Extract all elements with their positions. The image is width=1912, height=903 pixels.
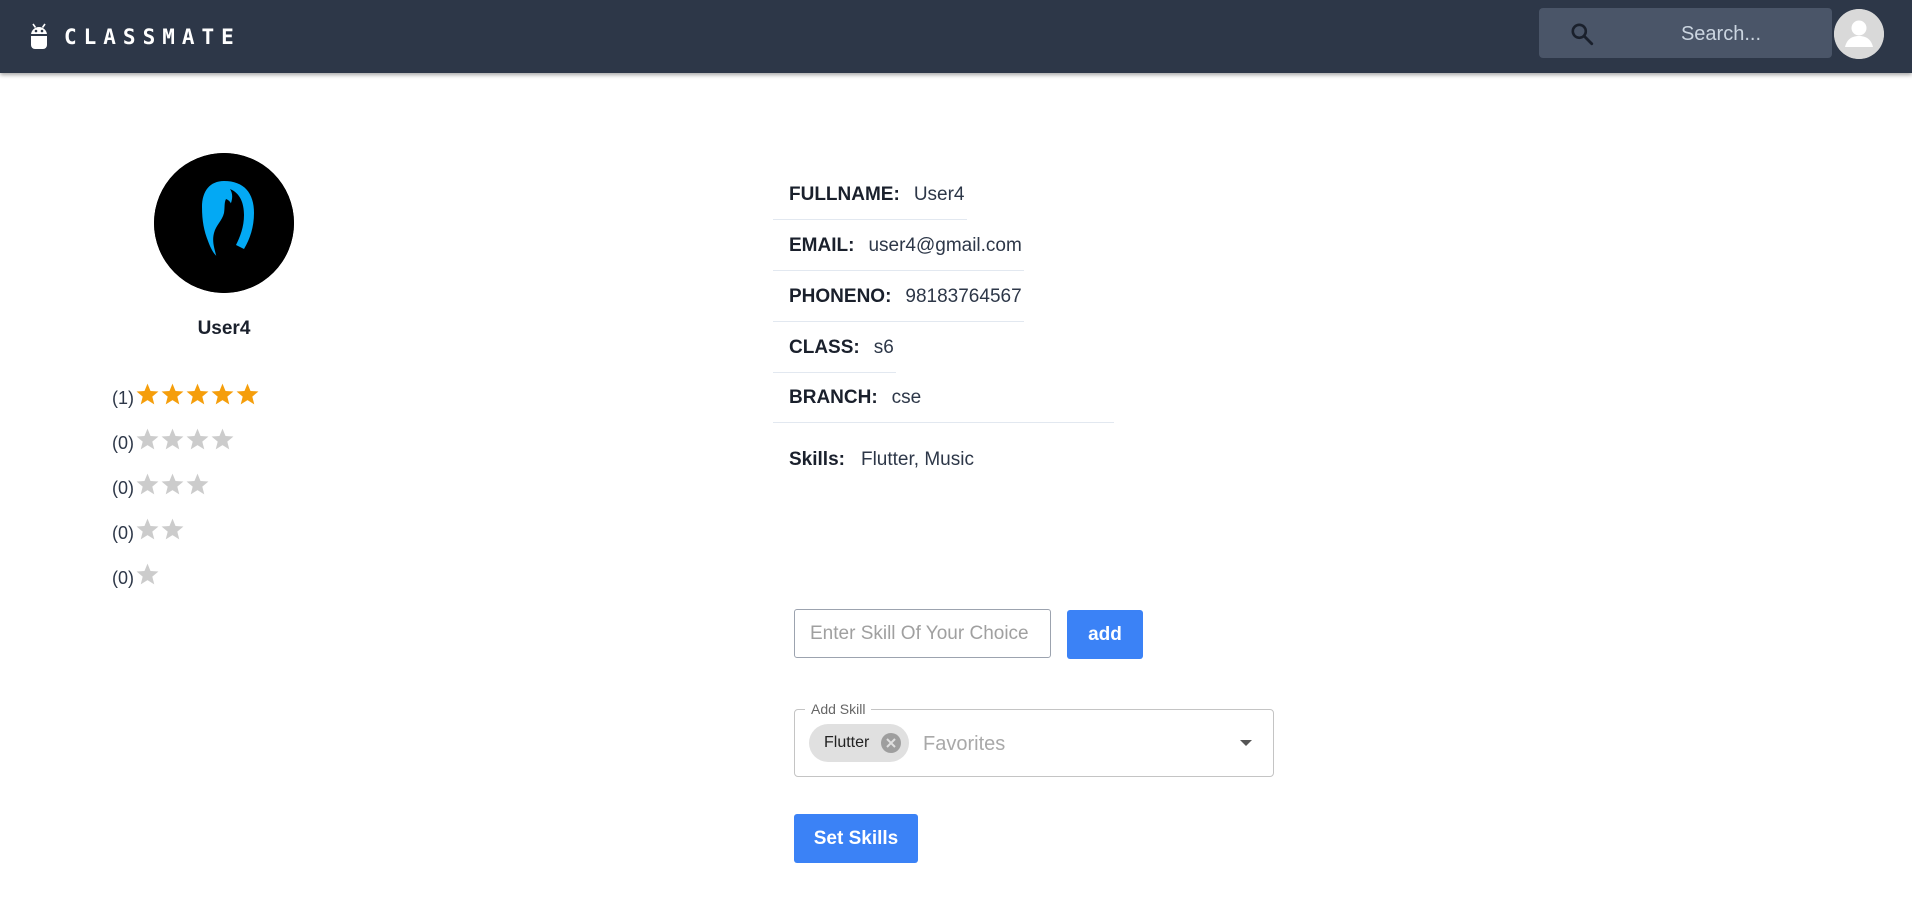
fullname-value: User4 xyxy=(913,183,965,205)
star-icon xyxy=(136,518,159,540)
rating-count: (0) xyxy=(112,433,134,453)
rating-row: (1) xyxy=(112,372,260,417)
search-bar xyxy=(1539,8,1832,60)
skills-label: Skills: xyxy=(789,449,845,470)
rating-row: (0) xyxy=(112,417,260,462)
fullname-label: FULLNAME: xyxy=(789,183,900,205)
chip-label: Flutter xyxy=(824,734,870,751)
profile-name: User4 xyxy=(197,318,251,339)
user-avatar-button[interactable] xyxy=(1834,9,1884,59)
star-icon xyxy=(236,383,259,405)
branch-label: BRANCH: xyxy=(789,386,878,408)
dropdown-arrow-icon[interactable] xyxy=(1238,736,1254,750)
phone-row: PHONENO: 98183764567 xyxy=(773,272,1024,322)
android-logo-icon xyxy=(30,23,48,49)
add-skill-button[interactable]: add xyxy=(1067,610,1143,659)
email-value: user4@gmail.com xyxy=(868,234,1022,256)
star-icon xyxy=(186,383,209,405)
rating-stars xyxy=(135,472,210,497)
search-icon[interactable] xyxy=(1569,21,1595,47)
rating-stars xyxy=(135,517,185,542)
select-placeholder[interactable]: Favorites xyxy=(923,710,1005,778)
star-icon xyxy=(136,473,159,495)
star-icon xyxy=(211,428,234,450)
star-icon xyxy=(136,563,159,585)
add-skill-select[interactable]: Add Skill Flutter Favorites xyxy=(794,701,1274,778)
branch-row: BRANCH: cse xyxy=(773,373,1114,423)
rating-stars xyxy=(135,427,235,452)
profile-silhouette-image xyxy=(154,153,294,293)
class-row: CLASS: s6 xyxy=(773,323,896,373)
phone-value: 98183764567 xyxy=(905,285,1022,307)
class-label: CLASS: xyxy=(789,336,860,358)
phone-label: PHONENO: xyxy=(789,285,892,307)
ratings-breakdown: (1) (0) (0) (0) (0) xyxy=(112,372,260,597)
star-icon xyxy=(136,383,159,405)
rating-count: (0) xyxy=(112,523,134,543)
skill-chip: Flutter xyxy=(809,724,910,762)
chip-remove-icon[interactable] xyxy=(879,731,903,755)
skills-row: Skills: Flutter, Music xyxy=(789,435,974,485)
rating-count: (1) xyxy=(112,388,134,408)
star-icon xyxy=(136,428,159,450)
star-icon xyxy=(161,383,184,405)
top-navbar: CLASSMATE xyxy=(0,0,1912,73)
star-icon xyxy=(161,428,184,450)
rating-row: (0) xyxy=(112,462,260,507)
star-icon xyxy=(186,428,209,450)
rating-count: (0) xyxy=(112,478,134,498)
email-row: EMAIL: user4@gmail.com xyxy=(773,221,1024,271)
skill-input[interactable] xyxy=(794,609,1051,658)
fullname-row: FULLNAME: User4 xyxy=(773,170,967,220)
brand-name: CLASSMATE xyxy=(64,24,241,49)
user-icon xyxy=(1834,9,1884,59)
set-skills-button[interactable]: Set Skills xyxy=(794,814,918,863)
star-icon xyxy=(161,518,184,540)
star-icon xyxy=(161,473,184,495)
skills-value: Flutter, Music xyxy=(860,449,974,470)
email-label: EMAIL: xyxy=(789,234,855,256)
star-icon xyxy=(186,473,209,495)
profile-picture xyxy=(154,153,294,293)
select-legend: Add Skill xyxy=(805,701,872,717)
rating-row: (0) xyxy=(112,507,260,552)
rating-count: (0) xyxy=(112,568,134,588)
star-icon xyxy=(211,383,234,405)
class-value: s6 xyxy=(873,336,894,358)
search-input[interactable] xyxy=(1619,8,1823,60)
rating-stars xyxy=(135,562,160,587)
rating-row: (0) xyxy=(112,552,260,597)
branch-value: cse xyxy=(891,386,922,408)
rating-stars xyxy=(135,382,260,407)
brand[interactable]: CLASSMATE xyxy=(28,0,241,73)
